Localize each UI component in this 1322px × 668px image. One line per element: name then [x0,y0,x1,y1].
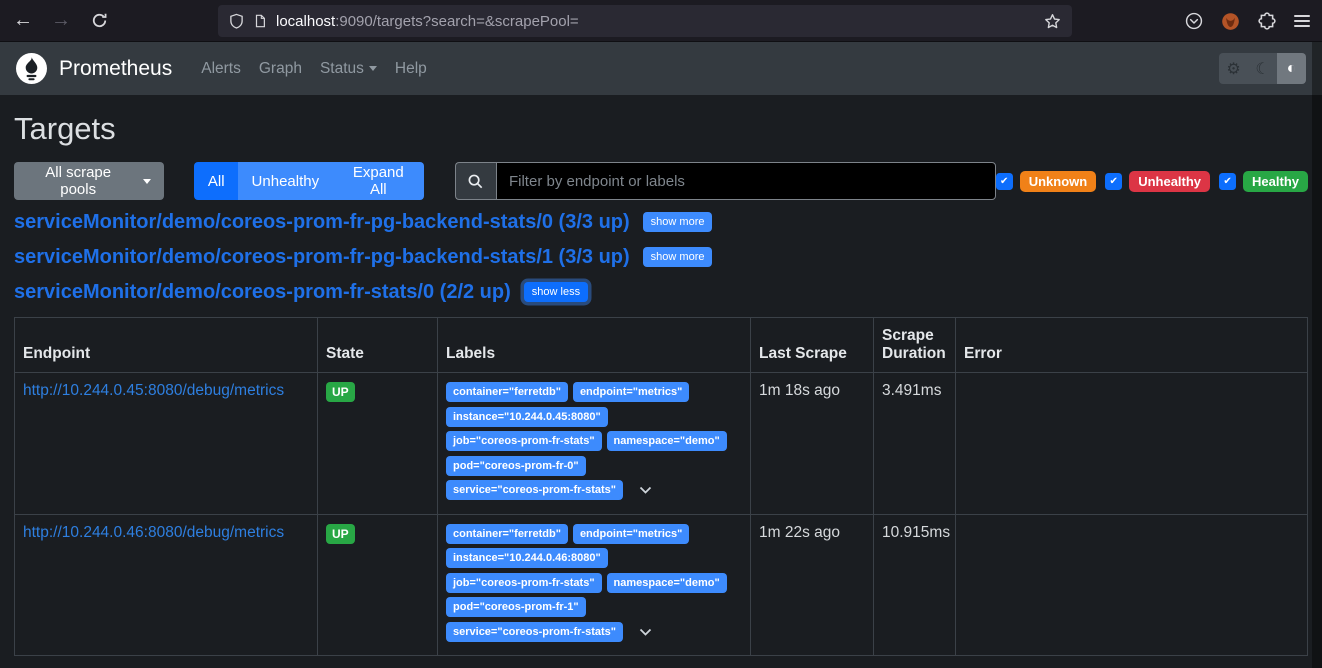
endpoint-link[interactable]: http://10.244.0.46:8080/debug/metrics [23,524,284,541]
url-bar[interactable]: localhost:9090/targets?search=&scrapePoo… [218,5,1072,37]
label-badge: pod="coreos-prom-fr-0" [446,456,586,476]
job-title: serviceMonitor/demo/coreos-prom-fr-pg-ba… [14,211,630,234]
label-badge: instance="10.244.0.46:8080" [446,548,608,568]
last-scrape-cell: 1m 22s ago [751,514,874,656]
filter-all-button[interactable]: All [194,162,238,200]
label-badge: container="ferretdb" [446,382,568,402]
url-host: localhost [276,13,335,30]
targets-page: Targets All scrape pools All Unhealthy E… [0,109,1322,656]
col-state: State [318,318,438,373]
unknown-checkbox[interactable]: ✔ [996,173,1013,190]
job-heading-row: serviceMonitor/demo/coreos-prom-fr-pg-ba… [14,244,1308,270]
label-badge: service="coreos-prom-fr-stats" [446,622,623,642]
target-row: http://10.244.0.46:8080/debug/metrics UP… [15,514,1308,656]
show-less-button[interactable]: show less [524,282,588,302]
label-badge: namespace="demo" [607,573,727,593]
extensions-puzzle-icon[interactable] [1258,12,1276,30]
chevron-down-icon [143,179,151,184]
state-badge: UP [326,382,355,402]
unknown-badge[interactable]: Unknown [1020,171,1097,192]
label-badge: endpoint="metrics" [573,382,689,402]
nav-link-graph[interactable]: Graph [250,52,311,86]
collapse-labels-chevron-icon[interactable] [639,486,652,494]
unhealthy-badge[interactable]: Unhealthy [1129,171,1210,192]
search-icon [455,162,496,200]
page-info-icon[interactable] [253,13,267,29]
job-title: serviceMonitor/demo/coreos-prom-fr-stats… [14,281,511,304]
health-filter-unhealthy: ✔ Unhealthy [1105,171,1210,192]
scrape-duration-cell: 10.915ms [874,514,956,656]
endpoint-link[interactable]: http://10.244.0.45:8080/debug/metrics [23,382,284,399]
health-filters: ✔ Unknown ✔ Unhealthy ✔ Healthy [996,171,1308,192]
expand-all-button[interactable]: Expand All [333,162,424,200]
healthy-checkbox[interactable]: ✔ [1219,173,1236,190]
label-badge: endpoint="metrics" [573,524,689,544]
prometheus-logo [16,53,47,84]
label-badge: pod="coreos-prom-fr-1" [446,597,586,617]
last-scrape-cell: 1m 18s ago [751,373,874,515]
job-heading-row: serviceMonitor/demo/coreos-prom-fr-stats… [14,279,1308,305]
unhealthy-checkbox[interactable]: ✔ [1105,173,1122,190]
label-badge: job="coreos-prom-fr-stats" [446,431,602,451]
label-badge: namespace="demo" [607,431,727,451]
menu-hamburger-icon[interactable] [1294,15,1310,27]
back-icon[interactable]: ← [8,6,38,36]
col-error: Error [956,318,1308,373]
state-filter-group: All Unhealthy Expand All [194,162,424,200]
table-header-row: Endpoint State Labels Last Scrape Scrape… [15,318,1308,373]
label-badge: service="coreos-prom-fr-stats" [446,480,623,500]
nav-link-status[interactable]: Status [311,52,386,86]
job-title: serviceMonitor/demo/coreos-prom-fr-pg-ba… [14,246,630,269]
auto-theme-contrast-icon[interactable]: ◐ [1277,53,1306,84]
error-cell [956,514,1308,656]
reload-icon[interactable] [84,6,114,36]
brand-title[interactable]: Prometheus [59,57,172,81]
filter-controls: All scrape pools All Unhealthy Expand Al… [14,162,1308,200]
nav-link-help[interactable]: Help [386,52,436,86]
label-badge: container="ferretdb" [446,524,568,544]
screen: ← → localhost:9090/targets?search=&scrap… [0,0,1322,668]
nav-link-alerts[interactable]: Alerts [192,52,250,86]
toolbar-right [1185,0,1310,42]
label-badge: job="coreos-prom-fr-stats" [446,573,602,593]
state-badge: UP [326,524,355,544]
label-badge: instance="10.244.0.45:8080" [446,407,608,427]
browser-toolbar: ← → localhost:9090/targets?search=&scrap… [0,0,1322,42]
col-endpoint: Endpoint [15,318,318,373]
col-labels: Labels [438,318,751,373]
scrape-pool-dropdown[interactable]: All scrape pools [14,162,164,200]
targets-table: Endpoint State Labels Last Scrape Scrape… [14,317,1308,656]
dark-theme-moon-icon[interactable]: ☾ [1248,53,1277,84]
theme-toggle-group: ⚙ ☾ ◐ [1219,53,1306,84]
page-title: Targets [14,109,1308,148]
bookmark-star-icon[interactable] [1044,13,1061,30]
prometheus-navbar: Prometheus Alerts Graph Status Help ⚙ ☾ … [0,42,1322,95]
col-scrape-duration: Scrape Duration [874,318,956,373]
scrape-duration-cell: 3.491ms [874,373,956,515]
chevron-down-icon [369,66,377,71]
filter-unhealthy-button[interactable]: Unhealthy [238,162,333,200]
shield-icon[interactable] [229,13,244,29]
health-filter-healthy: ✔ Healthy [1219,171,1308,192]
show-more-button[interactable]: show more [643,212,713,232]
error-cell [956,373,1308,515]
target-row: http://10.244.0.45:8080/debug/metrics UP… [15,373,1308,515]
search-input[interactable] [496,162,996,200]
health-filter-unknown: ✔ Unknown [996,171,1097,192]
scrollbar[interactable] [1312,42,1322,668]
url-path: :9090/targets?search=&scrapePool= [335,13,579,30]
pocket-icon[interactable] [1185,12,1203,30]
collapse-labels-chevron-icon[interactable] [639,628,652,636]
settings-gear-icon[interactable]: ⚙ [1219,53,1248,84]
search-group [455,162,996,200]
show-more-button[interactable]: show more [643,247,713,267]
extension-addon-icon[interactable] [1221,12,1240,31]
col-last-scrape: Last Scrape [751,318,874,373]
healthy-badge[interactable]: Healthy [1243,171,1308,192]
forward-icon[interactable]: → [46,6,76,36]
job-heading-row: serviceMonitor/demo/coreos-prom-fr-pg-ba… [14,209,1308,235]
